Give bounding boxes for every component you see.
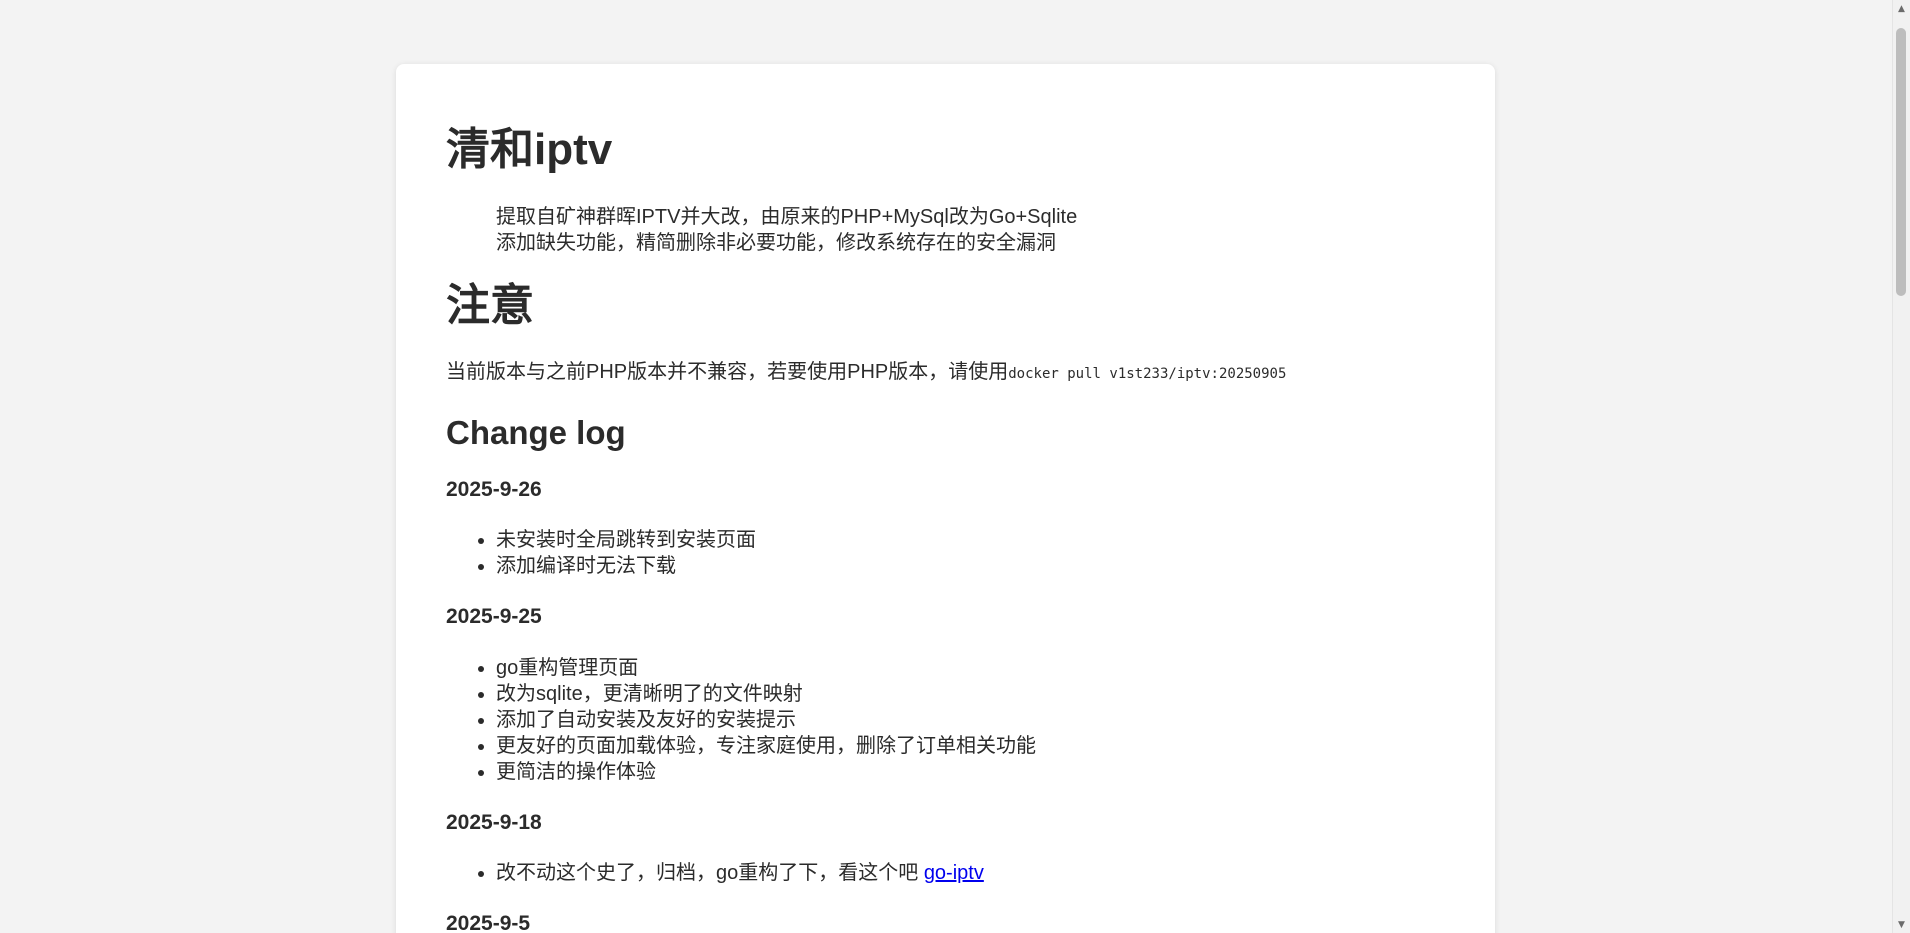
list-item: 改不动这个史了，归档，go重构了下，看这个吧 go-iptv xyxy=(496,860,1445,886)
list-item: go重构管理页面 xyxy=(496,655,1445,681)
page-title: 清和iptv xyxy=(446,125,613,174)
changelog-date: 2025-9-25 xyxy=(446,605,542,629)
notice-paragraph: 当前版本与之前PHP版本并不兼容，若要使用PHP版本，请使用docker pul… xyxy=(446,359,1445,387)
notice-heading: 注意 xyxy=(446,280,534,330)
browser-viewport: 清和iptv 提取自矿神群晖IPTV并大改，由原来的PHP+MySql改为Go+… xyxy=(0,0,1910,933)
intro-blockquote: 提取自矿神群晖IPTV并大改，由原来的PHP+MySql改为Go+Sqlite … xyxy=(496,204,1445,256)
scroll-thumb[interactable] xyxy=(1896,28,1906,296)
changelog-list: 未安装时全局跳转到安装页面 添加编译时无法下载 xyxy=(446,527,1445,579)
list-item: 更简洁的操作体验 xyxy=(496,759,1445,785)
list-item-text: 改不动这个史了，归档，go重构了下，看这个吧 xyxy=(496,862,924,885)
intro-line: 添加缺失功能，精简删除非必要功能，修改系统存在的安全漏洞 xyxy=(496,231,1056,254)
changelog-heading: Change log xyxy=(446,413,626,451)
changelog-list: go重构管理页面 改为sqlite，更清晰明了的文件映射 添加了自动安装及友好的… xyxy=(446,655,1445,785)
changelog-date: 2025-9-5 xyxy=(446,912,531,933)
go-iptv-link[interactable]: go-iptv xyxy=(924,862,984,884)
changelog-list: 改不动这个史了，归档，go重构了下，看这个吧 go-iptv xyxy=(446,860,1445,886)
docker-command: docker pull v1st233/iptv:20250905 xyxy=(1008,365,1287,382)
list-item: 添加了自动安装及友好的安装提示 xyxy=(496,707,1445,733)
list-item: 添加编译时无法下载 xyxy=(496,553,1445,579)
list-item: 未安装时全局跳转到安装页面 xyxy=(496,527,1445,553)
vertical-scrollbar[interactable]: ▲ ▼ xyxy=(1892,0,1910,933)
list-item: 更友好的页面加载体验，专注家庭使用，删除了订单相关功能 xyxy=(496,733,1445,759)
readme-content: 清和iptv 提取自矿神群晖IPTV并大改，由原来的PHP+MySql改为Go+… xyxy=(446,124,1445,933)
notice-text: 当前版本与之前PHP版本并不兼容，若要使用PHP版本，请使用 xyxy=(446,360,1009,383)
readme-card: 清和iptv 提取自矿神群晖IPTV并大改，由原来的PHP+MySql改为Go+… xyxy=(396,64,1495,933)
changelog-date: 2025-9-18 xyxy=(446,810,542,834)
changelog-date: 2025-9-26 xyxy=(446,478,542,502)
scroll-up-icon[interactable]: ▲ xyxy=(1893,0,1910,17)
intro-line: 提取自矿神群晖IPTV并大改，由原来的PHP+MySql改为Go+Sqlite xyxy=(496,205,1078,228)
list-item: 改为sqlite，更清晰明了的文件映射 xyxy=(496,681,1445,707)
scroll-down-icon[interactable]: ▼ xyxy=(1893,916,1910,933)
